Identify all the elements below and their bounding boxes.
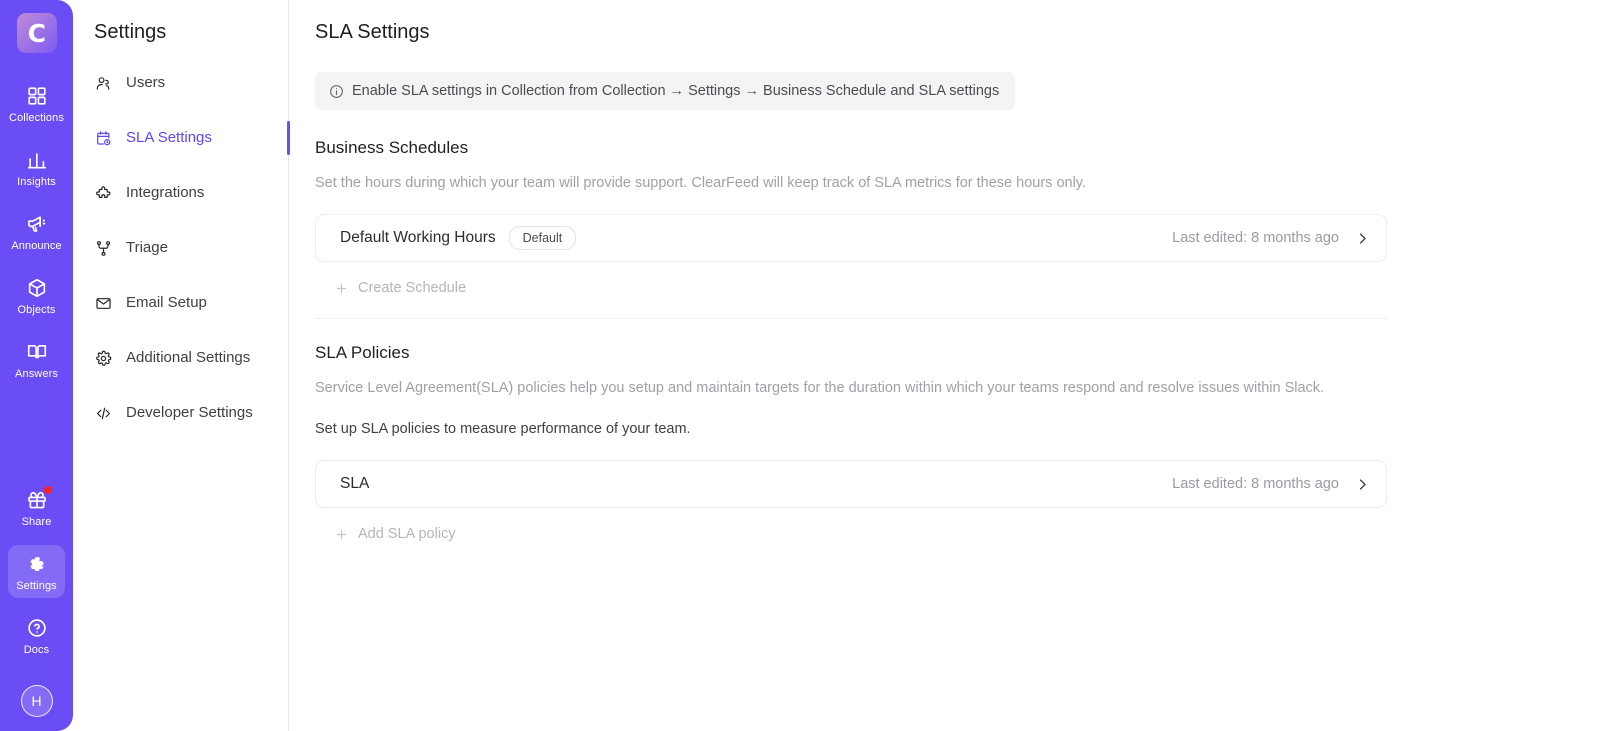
sidebar-item-triage[interactable]: Triage [73, 233, 288, 263]
sidebar-nav-list: Collections Insights Announce Objects An… [0, 77, 73, 397]
notification-dot [43, 486, 52, 494]
sidebar-item-label: Docs [23, 644, 50, 656]
chevron-right-icon[interactable] [1355, 477, 1370, 492]
plus-icon [335, 282, 348, 295]
sidebar-item-label: Developer Settings [126, 404, 253, 421]
schedule-last-edited: Last edited: 8 months ago [1172, 230, 1339, 246]
sidebar-item-answers[interactable]: Answers [8, 333, 65, 386]
code-icon [94, 404, 112, 422]
sidebar-item-users[interactable]: Users [73, 68, 288, 98]
sidebar-item-developer-settings[interactable]: Developer Settings [73, 398, 288, 428]
section-description: Service Level Agreement(SLA) policies he… [315, 380, 1325, 396]
primary-sidebar: C Collections Insights Announce Objects … [0, 0, 73, 731]
bar-chart-icon [25, 148, 49, 172]
settings-nav-list: Users SLA Settings Integrations Triage E… [73, 68, 288, 428]
sidebar-item-docs[interactable]: Docs [8, 609, 65, 662]
question-circle-icon [25, 616, 49, 640]
sidebar-bottom-nav: Share Settings Docs H [0, 481, 73, 731]
cube-icon [25, 276, 49, 300]
sidebar-item-label: Integrations [126, 184, 205, 201]
sidebar-item-additional-settings[interactable]: Additional Settings [73, 343, 288, 373]
grid-icon [25, 84, 49, 108]
schedule-row[interactable]: Default Working Hours Default Last edite… [315, 214, 1387, 262]
sidebar-item-label: Collections [9, 112, 64, 124]
create-schedule-button[interactable]: Create Schedule [315, 262, 466, 298]
app-logo[interactable]: C [16, 13, 57, 53]
sla-policy-last-edited: Last edited: 8 months ago [1172, 476, 1339, 492]
git-merge-icon [94, 239, 112, 257]
info-banner: Enable SLA settings in Collection from C… [315, 72, 1016, 110]
sla-policies-section: SLA Policies Service Level Agreement(SLA… [315, 341, 1600, 544]
sidebar-item-label: Objects [17, 304, 56, 316]
info-banner-text: Enable SLA settings in Collection from C… [352, 83, 1000, 99]
megaphone-icon [25, 212, 49, 236]
section-title: SLA Policies [315, 343, 410, 362]
info-circle-icon [329, 84, 344, 99]
section-divider [315, 318, 1387, 319]
section-title: Business Schedules [315, 138, 469, 157]
sidebar-item-collections[interactable]: Collections [8, 77, 65, 130]
main-content: SLA Settings Enable SLA settings in Coll… [289, 0, 1600, 731]
sidebar-item-label: Insights [17, 176, 56, 188]
sidebar-item-settings[interactable]: Settings [8, 545, 65, 598]
sidebar-item-label: SLA Settings [126, 129, 212, 146]
active-nav-indicator [286, 121, 290, 155]
sidebar-item-integrations[interactable]: Integrations [73, 178, 288, 208]
sidebar-item-label: Settings [16, 580, 57, 592]
sidebar-item-share[interactable]: Share [8, 481, 65, 534]
sidebar-item-label: Answers [15, 368, 58, 380]
add-sla-policy-button[interactable]: Add SLA policy [315, 508, 456, 544]
sidebar-item-announce[interactable]: Announce [8, 205, 65, 258]
sidebar-item-label: Users [126, 74, 166, 91]
business-schedules-section: Business Schedules Set the hours during … [315, 136, 1600, 298]
page-title: SLA Settings [315, 21, 430, 43]
calendar-clock-icon [94, 129, 112, 147]
settings-nav-panel: Settings Users SLA Settings Integrations… [73, 0, 290, 731]
section-subdescription: Set up SLA policies to measure performan… [315, 421, 691, 437]
section-description: Set the hours during which your team wil… [315, 175, 1087, 191]
app-root: C Collections Insights Announce Objects … [0, 0, 1600, 731]
sidebar-item-label: Additional Settings [126, 349, 251, 366]
gift-icon [25, 486, 52, 512]
add-sla-policy-label: Add SLA policy [358, 526, 456, 542]
chevron-right-icon[interactable] [1355, 231, 1370, 246]
sla-policy-name: SLA [340, 475, 370, 492]
settings-panel-title: Settings [94, 21, 167, 43]
sidebar-item-objects[interactable]: Objects [8, 269, 65, 322]
gear-icon [25, 552, 49, 576]
gear-icon [94, 349, 112, 367]
create-schedule-label: Create Schedule [358, 280, 467, 296]
schedule-name: Default Working Hours [340, 229, 496, 246]
plus-icon [335, 528, 348, 541]
sidebar-item-email-setup[interactable]: Email Setup [73, 288, 288, 318]
book-icon [25, 340, 49, 364]
avatar[interactable]: H [20, 685, 53, 717]
sidebar-item-label: Triage [126, 239, 168, 256]
sidebar-item-label: Share [21, 516, 52, 528]
sla-policy-row[interactable]: SLA Last edited: 8 months ago [315, 460, 1387, 508]
status-badge: Default [508, 226, 577, 250]
users-icon [94, 74, 112, 92]
puzzle-icon [94, 184, 112, 202]
sidebar-item-insights[interactable]: Insights [8, 141, 65, 194]
mail-icon [94, 294, 112, 312]
sidebar-item-label: Announce [11, 240, 62, 252]
sidebar-item-label: Email Setup [126, 294, 207, 311]
sidebar-item-sla-settings[interactable]: SLA Settings [73, 123, 288, 153]
